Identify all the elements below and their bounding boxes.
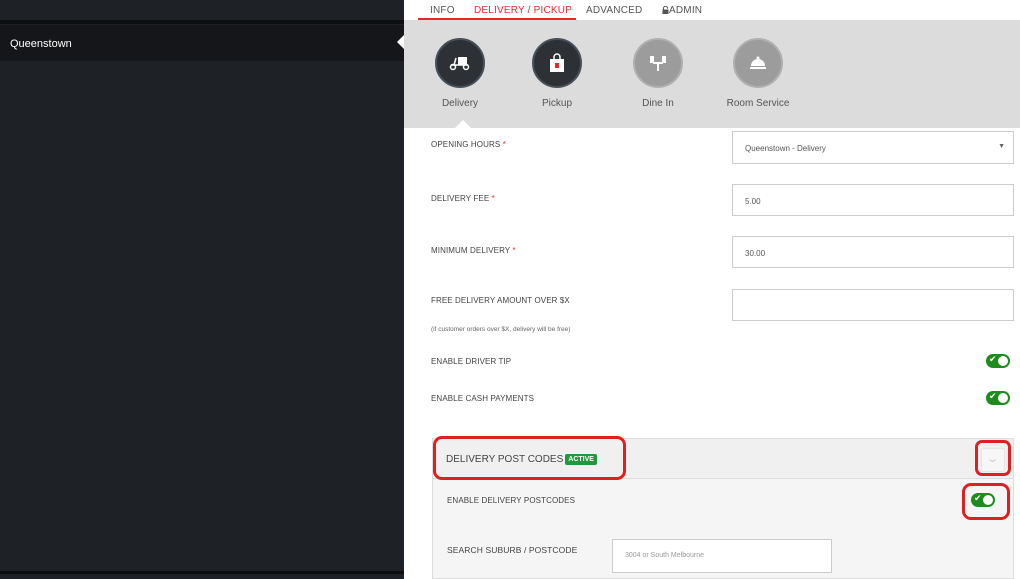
tab-info[interactable]: INFO <box>430 5 455 16</box>
order-type-dine-in[interactable]: Dine In <box>613 38 703 109</box>
scooter-icon <box>435 38 485 88</box>
tab-advanced[interactable]: ADVANCED <box>586 5 642 16</box>
order-type-label: Pickup <box>541 98 572 109</box>
tab-bar: INFO DELIVERY / PICKUP ADVANCED ADMIN <box>404 0 1020 20</box>
order-type-selector: Delivery Pickup Dine In Room Service <box>404 20 1020 128</box>
tab-admin[interactable]: ADMIN <box>662 5 702 16</box>
dining-icon <box>633 38 683 88</box>
enable-postcodes-label: ENABLE DELIVERY POSTCODES <box>447 496 576 505</box>
active-indicator <box>397 35 404 49</box>
sidebar-divider <box>0 20 404 24</box>
delivery-fee-label: DELIVERY FEE * <box>431 194 495 203</box>
search-postcode-label: SEARCH SUBURB / POSTCODE <box>447 545 578 555</box>
sidebar-divider <box>0 571 404 574</box>
check-icon: ✔ <box>989 391 997 401</box>
highlight-annotation <box>433 436 626 480</box>
opening-hours-select[interactable]: Queenstown - Delivery ▼ <box>732 131 1014 164</box>
free-delivery-hint: (if customer orders over $X, delivery wi… <box>431 326 571 333</box>
cloche-icon <box>733 38 783 88</box>
order-type-delivery[interactable]: Delivery <box>415 38 505 109</box>
lock-icon <box>662 5 669 14</box>
minimum-delivery-input[interactable]: 30.00 <box>732 236 1014 268</box>
order-type-label: Delivery <box>441 98 479 109</box>
free-delivery-label: FREE DELIVERY AMOUNT OVER $X <box>431 296 570 305</box>
free-delivery-input[interactable] <box>732 289 1014 321</box>
bag-icon <box>532 38 582 88</box>
tab-admin-label: ADMIN <box>669 5 703 16</box>
driver-tip-label: ENABLE DRIVER TIP <box>431 357 512 366</box>
order-type-label: Dine In <box>642 98 674 109</box>
tab-delivery-pickup[interactable]: DELIVERY / PICKUP <box>474 5 572 16</box>
sidebar-item-label: Queenstown <box>10 38 72 50</box>
check-icon: ✔ <box>989 354 997 364</box>
toggle-knob <box>998 356 1008 366</box>
sidebar: Queenstown <box>0 0 404 579</box>
sidebar-item-queenstown[interactable]: Queenstown <box>0 25 404 61</box>
cash-payments-label: ENABLE CASH PAYMENTS <box>431 394 535 403</box>
delivery-fee-input[interactable]: 5.00 <box>732 184 1014 216</box>
selected-type-pointer <box>455 120 471 128</box>
highlight-annotation <box>962 483 1010 520</box>
minimum-delivery-label: MINIMUM DELIVERY * <box>431 246 516 255</box>
opening-hours-label: OPENING HOURS * <box>431 140 506 149</box>
driver-tip-toggle[interactable]: ✔ <box>986 354 1010 368</box>
cash-payments-toggle[interactable]: ✔ <box>986 391 1010 405</box>
order-type-label: Room Service <box>726 98 790 109</box>
order-type-pickup[interactable]: Pickup <box>512 38 602 109</box>
caret-down-icon: ▼ <box>998 143 1005 150</box>
highlight-annotation <box>975 440 1011 476</box>
toggle-knob <box>998 393 1008 403</box>
order-type-room-service[interactable]: Room Service <box>713 38 803 109</box>
search-postcode-input[interactable]: 3004 or South Melbourne <box>612 539 832 573</box>
delivery-settings-form: OPENING HOURS * Queenstown - Delivery ▼ … <box>404 128 1020 579</box>
